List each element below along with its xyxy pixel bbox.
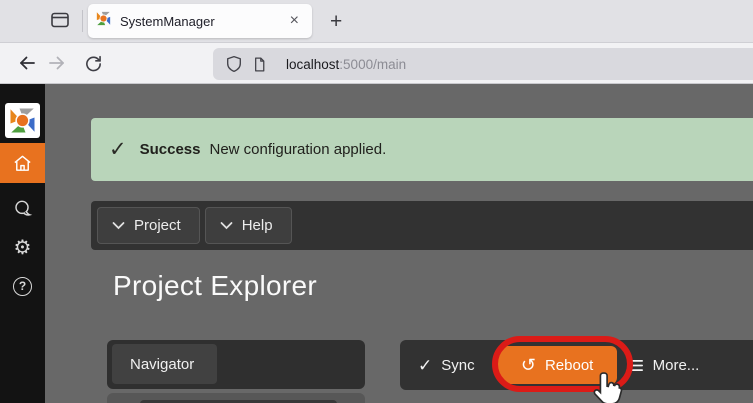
forward-button[interactable] — [42, 48, 72, 78]
alert-title: Success — [139, 141, 201, 158]
alert-message: New configuration applied. — [209, 141, 387, 158]
app-logo — [5, 103, 40, 138]
favicon — [96, 11, 111, 31]
url-path: :5000/main — [339, 56, 407, 72]
sync-button[interactable]: ✓ Sync — [418, 357, 475, 374]
navigator-panel: Navigator — [107, 340, 365, 389]
success-banner: ✓ Success New configuration applied. — [91, 118, 753, 181]
navigator-body-panel — [107, 393, 365, 403]
tab-separator — [82, 10, 83, 32]
check-icon: ✓ — [109, 138, 127, 161]
reload-button[interactable] — [78, 48, 108, 78]
url-host: localhost — [286, 56, 340, 72]
back-button[interactable] — [12, 48, 42, 78]
browser-tab-strip: SystemManager × + — [0, 0, 753, 43]
project-menu-label: Project — [134, 217, 181, 234]
page-content: ⚙ ? ✓ Success New configuration applied.… — [0, 84, 753, 403]
chevron-down-icon — [112, 222, 125, 230]
browser-tab[interactable]: SystemManager × — [88, 4, 312, 38]
project-menu-button[interactable]: Project — [97, 207, 200, 244]
help-menu-button[interactable]: Help — [204, 207, 292, 244]
page-title: Project Explorer — [113, 270, 317, 301]
chat-icon — [15, 200, 33, 216]
sidebar-item-settings[interactable]: ⚙ — [0, 228, 45, 268]
more-button-label: More... — [652, 356, 700, 374]
reboot-button[interactable]: ↺ Reboot — [497, 346, 617, 384]
tab-overview-button[interactable] — [48, 9, 72, 33]
chevron-down-icon — [220, 222, 233, 230]
url-bar[interactable]: localhost:5000/main — [213, 48, 753, 80]
shield-icon[interactable] — [225, 55, 243, 73]
sync-button-label: Sync — [441, 356, 475, 374]
new-tab-button[interactable]: + — [324, 11, 348, 32]
sidebar-item-messages[interactable] — [0, 188, 45, 228]
tab-close-icon[interactable]: × — [285, 11, 304, 31]
browser-toolbar: localhost:5000/main — [0, 43, 753, 84]
menu-bar: Project Help — [91, 201, 753, 250]
help-icon: ? — [13, 276, 32, 296]
url-text: localhost:5000/main — [286, 57, 406, 72]
tab-overview-icon — [49, 9, 71, 34]
sidebar-item-help[interactable]: ? — [0, 266, 45, 306]
reboot-icon: ↺ — [520, 355, 536, 375]
check-icon: ✓ — [418, 355, 433, 375]
home-icon — [14, 155, 31, 171]
actions-toolbar: ✓ Sync ↺ Reboot More... — [400, 340, 753, 390]
page-info-icon[interactable] — [251, 56, 268, 73]
reboot-button-label: Reboot — [544, 356, 594, 374]
reload-icon — [85, 55, 101, 71]
hamburger-icon — [627, 359, 643, 371]
pinwheel-logo-icon — [10, 108, 35, 133]
sidebar-item-home[interactable] — [0, 143, 45, 183]
forward-icon — [49, 56, 64, 70]
app-sidebar: ⚙ ? — [0, 84, 45, 403]
browser-window: SystemManager × + localhost:5000/main ⚙ … — [0, 0, 753, 403]
tab-title: SystemManager — [120, 13, 215, 29]
more-button[interactable]: More... — [627, 356, 700, 374]
back-icon — [20, 56, 35, 70]
gear-icon: ⚙ — [13, 237, 32, 259]
tab-navigator[interactable]: Navigator — [112, 344, 217, 384]
help-menu-label: Help — [241, 217, 273, 234]
